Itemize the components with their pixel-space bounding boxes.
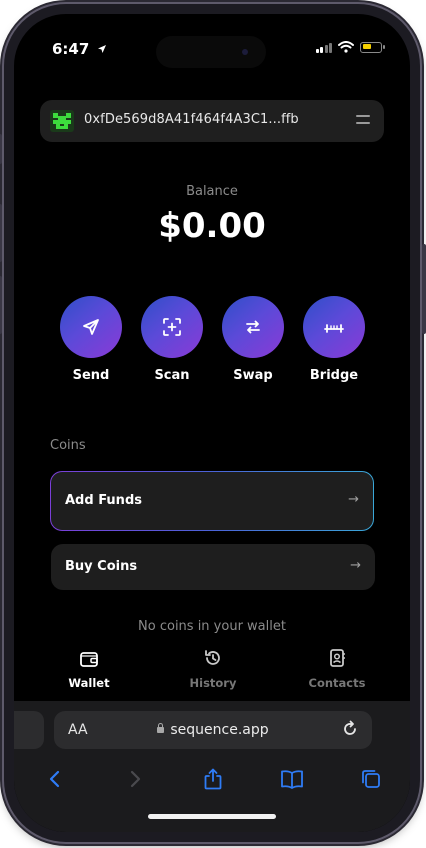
location-arrow-icon: [97, 45, 106, 53]
home-indicator[interactable]: [148, 814, 276, 819]
lock-icon: [157, 723, 165, 733]
menu-icon[interactable]: [356, 115, 370, 129]
browser-toolbar: [14, 761, 410, 801]
phone-frame: 6:47 0xfDe569d8A41f464f4A3C1...ffb Balan…: [0, 4, 426, 842]
url-display: sequence.app: [54, 722, 372, 738]
url-text: sequence.app: [170, 722, 269, 738]
arrow-right-icon: →: [350, 558, 361, 573]
contacts-icon: [330, 649, 345, 667]
forward-button[interactable]: [121, 765, 149, 793]
buy-coins-label: Buy Coins: [65, 559, 138, 574]
wallet-address-bar[interactable]: 0xfDe569d8A41f464f4A3C1...ffb: [40, 100, 384, 142]
status-time: 6:47: [52, 40, 107, 58]
add-funds-label: Add Funds: [65, 493, 142, 508]
tab-history[interactable]: History: [168, 644, 258, 690]
volume-up-button: [0, 204, 2, 262]
wallet-icon: [80, 652, 98, 667]
back-button[interactable]: [41, 765, 69, 793]
address-bar[interactable]: AA sequence.app: [54, 711, 372, 749]
battery-icon: [360, 41, 385, 53]
bottom-tab-bar: Wallet History Contacts: [14, 644, 410, 700]
scan-action[interactable]: Scan: [140, 296, 204, 383]
buy-coins-button[interactable]: Buy Coins →: [51, 544, 375, 590]
status-icons: [315, 41, 385, 53]
tabs-icon: [362, 770, 380, 788]
chevron-left-icon: [49, 770, 60, 788]
scan-icon: [163, 318, 181, 336]
tab-contacts[interactable]: Contacts: [292, 644, 382, 690]
status-bar: 6:47: [14, 14, 410, 70]
balance-amount: $0.00: [158, 206, 266, 246]
cellular-signal-icon: [315, 42, 332, 53]
tab-wallet[interactable]: Wallet: [44, 644, 134, 690]
share-button[interactable]: [199, 765, 227, 793]
book-icon: [281, 770, 303, 789]
camera-dot: [242, 49, 248, 55]
screen: 6:47 0xfDe569d8A41f464f4A3C1...ffb Balan…: [14, 14, 410, 832]
time-text: 6:47: [52, 40, 90, 58]
tab-contacts-label: Contacts: [308, 676, 366, 690]
send-button[interactable]: [60, 296, 122, 358]
wallet-avatar-logo: [50, 110, 74, 132]
browser-chrome: AA sequence.app: [14, 701, 410, 832]
action-button: [0, 134, 2, 164]
send-action[interactable]: Send: [59, 296, 123, 383]
balance-label: Balance: [186, 184, 238, 199]
tabs-button[interactable]: [357, 765, 385, 793]
scan-button[interactable]: [141, 296, 203, 358]
dynamic-island: [156, 36, 266, 68]
no-coins-message: No coins in your wallet: [138, 619, 286, 634]
wifi-icon: [338, 41, 354, 53]
power-button: [422, 244, 426, 334]
tab-history-label: History: [189, 676, 237, 690]
bridge-action[interactable]: Bridge: [302, 296, 366, 383]
share-icon: [204, 768, 222, 790]
swap-icon: [246, 320, 260, 334]
send-icon: [83, 319, 99, 335]
add-funds-button[interactable]: Add Funds →: [50, 471, 374, 531]
bookmarks-button[interactable]: [278, 765, 306, 793]
wallet-address: 0xfDe569d8A41f464f4A3C1...ffb: [84, 112, 299, 127]
arrow-right-icon: →: [348, 492, 359, 507]
swap-action[interactable]: Swap: [221, 296, 285, 383]
bridge-label: Bridge: [309, 368, 359, 383]
swap-label: Swap: [233, 368, 273, 383]
bridge-button[interactable]: [303, 296, 365, 358]
tab-wallet-label: Wallet: [68, 676, 110, 690]
history-icon: [205, 650, 220, 665]
chevron-right-icon: [130, 770, 141, 788]
send-label: Send: [72, 368, 110, 383]
previous-tab-peek[interactable]: [14, 711, 44, 749]
coins-section-label: Coins: [50, 438, 86, 453]
scan-label: Scan: [154, 368, 190, 383]
swap-button[interactable]: [222, 296, 284, 358]
bridge-icon: [324, 324, 344, 333]
reload-icon[interactable]: [340, 719, 360, 739]
volume-down-button: [0, 276, 2, 334]
